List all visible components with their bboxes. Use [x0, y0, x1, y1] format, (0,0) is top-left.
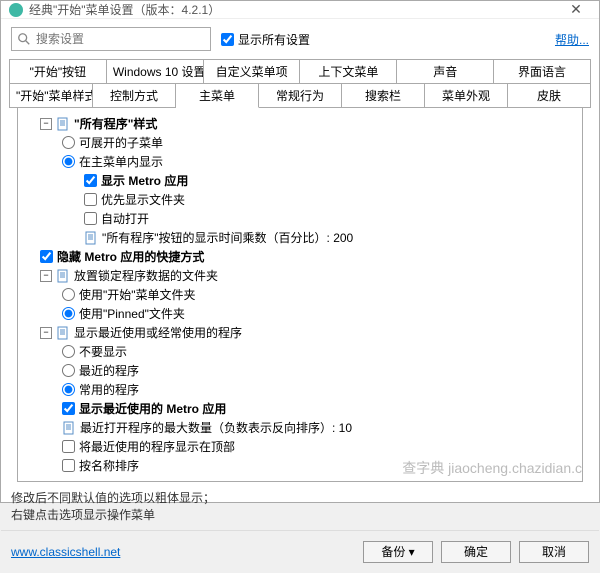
tree-item[interactable]: 在主菜单内显示 — [22, 152, 578, 171]
doc-icon — [62, 421, 76, 435]
tab[interactable]: 搜索栏 — [342, 83, 425, 108]
tabs-area: "开始"按钮Windows 10 设置自定义菜单项上下文菜单声音界面语言 "开始… — [1, 59, 599, 488]
tree-item[interactable]: − "所有程序"样式 — [22, 114, 578, 133]
tree-item[interactable]: 自动打开 — [22, 209, 578, 228]
titlebar: 经典"开始"菜单设置（版本：4.2.1） ✕ — [1, 1, 599, 19]
tree-item[interactable]: 可展开的子菜单 — [22, 133, 578, 152]
tree-item[interactable]: 不要显示 — [22, 342, 578, 361]
tree-item-label: 显示最近使用的 Metro 应用 — [79, 400, 226, 417]
tab[interactable]: 上下文菜单 — [300, 59, 397, 83]
search-icon — [17, 32, 31, 46]
tree-item-label: 最近的程序 — [79, 362, 139, 379]
tree-item[interactable]: 使用"开始"菜单文件夹 — [22, 285, 578, 304]
settings-window: 经典"开始"菜单设置（版本：4.2.1） ✕ 显示所有设置 帮助... "开始"… — [0, 0, 600, 503]
tab[interactable]: 控制方式 — [93, 83, 176, 108]
doc-icon — [56, 326, 70, 340]
tab[interactable]: "开始"按钮 — [9, 59, 107, 83]
check-input[interactable] — [84, 212, 97, 225]
radio-input[interactable] — [62, 155, 75, 168]
site-link[interactable]: www.classicshell.net — [11, 545, 120, 559]
tabs-row-2: "开始"菜单样式控制方式主菜单常规行为搜索栏菜单外观皮肤 — [9, 83, 591, 108]
tree-item-label: 将最近使用的程序显示在顶部 — [79, 438, 235, 455]
tree-item[interactable]: 按名称排序 — [22, 456, 578, 475]
tree-item[interactable]: "所有程序"按钮的显示时间乘数（百分比）: 200 — [22, 228, 578, 247]
tree-item[interactable]: 显示 Metro 应用 — [22, 171, 578, 190]
tree-item[interactable]: 将最近使用的程序显示在顶部 — [22, 437, 578, 456]
tree-item[interactable]: 隐藏 Metro 应用的快捷方式 — [22, 247, 578, 266]
tree-item-label: 显示 Metro 应用 — [101, 172, 188, 189]
tree-item-label: 按名称排序 — [79, 457, 139, 474]
tree-item-label: 最近打开程序的最大数量（负数表示反向排序）: 10 — [80, 419, 352, 436]
check-input[interactable] — [62, 440, 75, 453]
tab[interactable]: 主菜单 — [176, 83, 259, 108]
tree-item[interactable]: 使用"Pinned"文件夹 — [22, 304, 578, 323]
tree-item-label: 不要显示 — [79, 343, 127, 360]
tree-item-label: 优先显示文件夹 — [101, 191, 185, 208]
radio-input[interactable] — [62, 345, 75, 358]
tree-item[interactable]: 最近打开程序的最大数量（负数表示反向排序）: 10 — [22, 418, 578, 437]
tab[interactable]: "开始"菜单样式 — [9, 83, 93, 108]
app-icon — [9, 3, 23, 17]
tree-item[interactable]: 最近的程序 — [22, 361, 578, 380]
tree-item[interactable]: 优先显示文件夹 — [22, 190, 578, 209]
tree-item-label: 可展开的子菜单 — [79, 134, 163, 151]
tab[interactable]: 菜单外观 — [425, 83, 508, 108]
check-input[interactable] — [62, 459, 75, 472]
tree-item-label: "所有程序"按钮的显示时间乘数（百分比）: 200 — [102, 229, 353, 246]
button-group: 备份 ▾ 确定 取消 — [363, 541, 589, 563]
tree-item[interactable]: − 显示最近使用或经常使用的程序 — [22, 323, 578, 342]
backup-button[interactable]: 备份 ▾ — [363, 541, 433, 563]
search-wrap — [11, 27, 211, 51]
show-all-label: 显示所有设置 — [238, 31, 310, 48]
tree-content[interactable]: − "所有程序"样式可展开的子菜单在主菜单内显示显示 Metro 应用优先显示文件… — [17, 108, 583, 482]
tree-item-label: 在主菜单内显示 — [79, 153, 163, 170]
tree-item-label: 自动打开 — [101, 210, 149, 227]
search-input[interactable] — [11, 27, 211, 51]
top-row: 显示所有设置 帮助... — [1, 19, 599, 59]
footer-bar: www.classicshell.net 备份 ▾ 确定 取消 — [1, 530, 599, 573]
doc-icon — [56, 117, 70, 131]
close-button[interactable]: ✕ — [561, 1, 591, 18]
radio-input[interactable] — [62, 364, 75, 377]
footer-note-line1: 修改后不同默认值的选项以粗体显示； — [11, 490, 589, 507]
tree-item-label: 使用"Pinned"文件夹 — [79, 305, 185, 322]
doc-icon — [56, 269, 70, 283]
tab[interactable]: 自定义菜单项 — [204, 59, 301, 83]
tree-item[interactable]: − 放置锁定程序数据的文件夹 — [22, 266, 578, 285]
tree-item[interactable]: 显示最近使用的 Metro 应用 — [22, 399, 578, 418]
doc-icon — [84, 231, 98, 245]
expand-toggle[interactable]: − — [40, 118, 52, 130]
show-all-input[interactable] — [221, 33, 234, 46]
tab[interactable]: 声音 — [397, 59, 494, 83]
ok-button[interactable]: 确定 — [441, 541, 511, 563]
tree-item[interactable]: 常用的程序 — [22, 380, 578, 399]
check-input[interactable] — [84, 193, 97, 206]
check-input[interactable] — [40, 250, 53, 263]
tab[interactable]: 常规行为 — [259, 83, 342, 108]
radio-input[interactable] — [62, 307, 75, 320]
expand-toggle[interactable]: − — [40, 270, 52, 282]
tab[interactable]: 界面语言 — [494, 59, 591, 83]
tabs-row-1: "开始"按钮Windows 10 设置自定义菜单项上下文菜单声音界面语言 — [9, 59, 591, 83]
check-input[interactable] — [84, 174, 97, 187]
tree-item-label: "所有程序"样式 — [74, 115, 157, 132]
tab[interactable]: Windows 10 设置 — [107, 59, 204, 83]
tree-item-label: 使用"开始"菜单文件夹 — [79, 286, 196, 303]
radio-input[interactable] — [62, 136, 75, 149]
radio-input[interactable] — [62, 288, 75, 301]
tree-item-label: 放置锁定程序数据的文件夹 — [74, 267, 218, 284]
tree-item-label: 显示最近使用或经常使用的程序 — [74, 324, 242, 341]
footer-note-line2: 右键点击选项显示操作菜单 — [11, 507, 589, 524]
cancel-button[interactable]: 取消 — [519, 541, 589, 563]
tree-item-label: 隐藏 Metro 应用的快捷方式 — [57, 248, 204, 265]
tree-item-label: 常用的程序 — [79, 381, 139, 398]
footer-note: 修改后不同默认值的选项以粗体显示； 右键点击选项显示操作菜单 — [1, 488, 599, 530]
radio-input[interactable] — [62, 383, 75, 396]
expand-toggle[interactable]: − — [40, 327, 52, 339]
tab[interactable]: 皮肤 — [508, 83, 591, 108]
show-all-checkbox[interactable]: 显示所有设置 — [221, 31, 545, 48]
window-title: 经典"开始"菜单设置（版本：4.2.1） — [29, 1, 561, 18]
check-input[interactable] — [62, 402, 75, 415]
help-link[interactable]: 帮助... — [555, 31, 589, 48]
